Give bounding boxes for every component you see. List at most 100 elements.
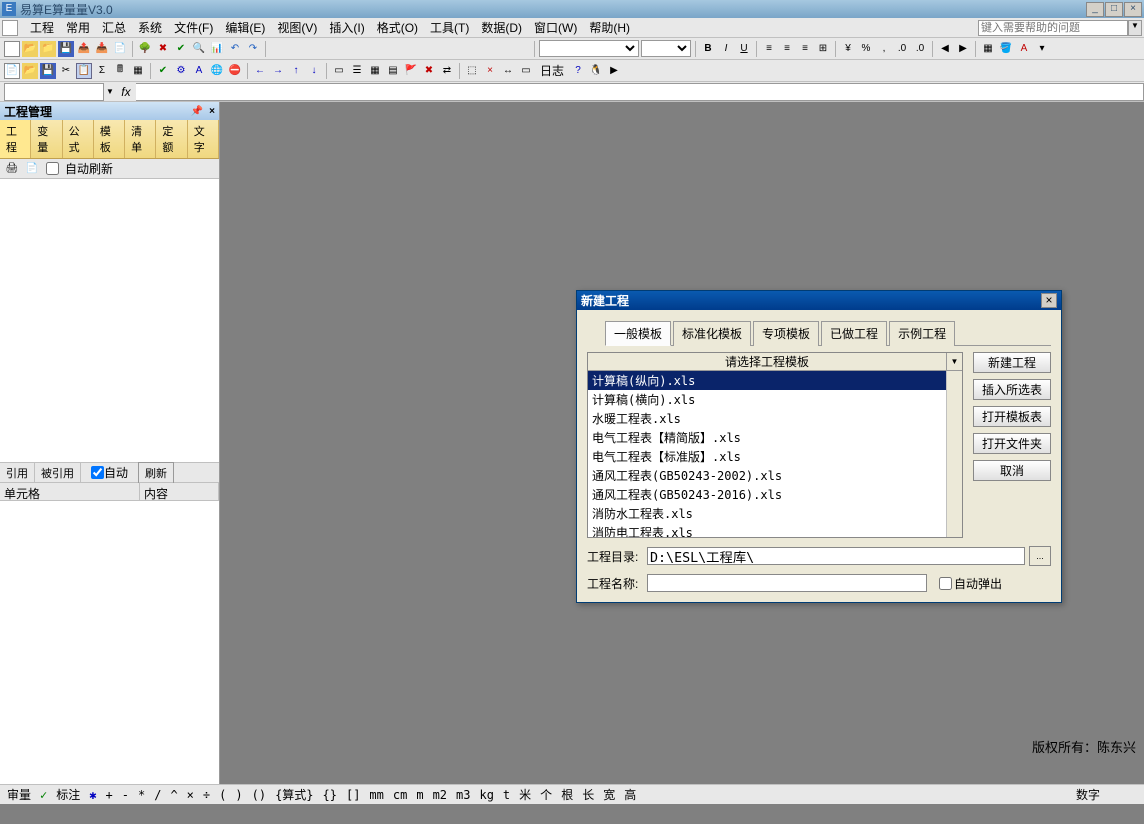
browse-button[interactable]: ... xyxy=(1029,546,1051,566)
template-item[interactable]: 通风工程表(GB50243-2002).xls xyxy=(588,466,946,485)
auto-popup-checkbox[interactable] xyxy=(939,577,952,590)
sb-width[interactable]: 宽 xyxy=(600,786,618,803)
pin-icon[interactable]: 📌 xyxy=(191,106,203,117)
sb-piece[interactable]: 个 xyxy=(537,786,555,803)
menu-summary[interactable]: 汇总 xyxy=(96,17,132,38)
new2-icon[interactable]: 📄 xyxy=(4,63,20,79)
sb-cm[interactable]: cm xyxy=(390,788,410,802)
new-icon[interactable] xyxy=(4,41,20,57)
menu-tools[interactable]: 工具(T) xyxy=(424,17,475,38)
border-icon[interactable]: ▦ xyxy=(980,41,996,57)
menu-window[interactable]: 窗口(W) xyxy=(528,17,583,38)
menu-common[interactable]: 常用 xyxy=(60,17,96,38)
open-icon[interactable]: 📂 xyxy=(22,41,38,57)
menu-data[interactable]: 数据(D) xyxy=(475,17,528,38)
dir-input[interactable] xyxy=(647,547,1025,565)
ref3-icon[interactable]: ▭ xyxy=(518,63,534,79)
menu-project[interactable]: 工程 xyxy=(24,17,60,38)
tab-reference[interactable]: 引用 xyxy=(0,463,35,483)
sb-div[interactable]: ÷ xyxy=(200,788,213,802)
grid-icon[interactable]: ▦ xyxy=(367,63,383,79)
qq-icon[interactable]: 🐧 xyxy=(588,63,604,79)
sb-rparen[interactable]: ) xyxy=(232,788,245,802)
currency-icon[interactable]: ¥ xyxy=(840,41,856,57)
comma-icon[interactable]: , xyxy=(876,41,892,57)
arrow-right-icon[interactable]: → xyxy=(270,63,286,79)
app-menu-icon[interactable] xyxy=(2,20,18,36)
stop-icon[interactable]: ⛔ xyxy=(227,63,243,79)
sb-divide[interactable]: / xyxy=(151,788,164,802)
tree-icon[interactable]: 🌳 xyxy=(137,41,153,57)
help-icon[interactable]: ? xyxy=(570,63,586,79)
underline-button[interactable]: U xyxy=(736,41,752,57)
template-item[interactable]: 通风工程表(GB50243-2016).xls xyxy=(588,485,946,504)
open2-icon[interactable]: 📁 xyxy=(40,41,56,57)
sb-t[interactable]: t xyxy=(500,788,513,802)
dialog-titlebar[interactable]: 新建工程 × xyxy=(577,291,1061,310)
align-left-icon[interactable]: ≡ xyxy=(761,41,777,57)
sb-check-icon[interactable]: ✓ xyxy=(37,788,50,802)
more-icon[interactable]: ▾ xyxy=(1034,41,1050,57)
template-sort-icon[interactable]: ▼ xyxy=(946,353,962,370)
percent-icon[interactable]: % xyxy=(858,41,874,57)
ref-x-icon[interactable]: × xyxy=(482,63,498,79)
merge-icon[interactable]: ⊞ xyxy=(815,41,831,57)
menu-help[interactable]: 帮助(H) xyxy=(583,17,636,38)
sb-plus[interactable]: + xyxy=(103,788,116,802)
sb-height[interactable]: 高 xyxy=(621,786,639,803)
table-icon[interactable]: ▦ xyxy=(130,63,146,79)
tab-special-template[interactable]: 专项模板 xyxy=(753,321,819,346)
delete-icon[interactable]: ✖ xyxy=(155,41,171,57)
auto-checkbox[interactable] xyxy=(91,466,104,479)
window-icon[interactable]: ▭ xyxy=(331,63,347,79)
sidebar-tab-quota[interactable]: 定额 xyxy=(156,120,187,158)
help-search-input[interactable] xyxy=(978,20,1128,36)
cut-icon[interactable]: ✂ xyxy=(58,63,74,79)
increase-decimal-icon[interactable]: .0 xyxy=(894,41,910,57)
cell-ref-dropdown[interactable]: ▼ xyxy=(104,87,116,96)
calc-icon[interactable]: 🖩 xyxy=(112,63,128,79)
flag-icon[interactable]: 🚩 xyxy=(403,63,419,79)
font-family-dropdown[interactable] xyxy=(539,40,639,57)
doc2-icon[interactable]: 📄 xyxy=(24,161,40,177)
check2-icon[interactable]: ✔ xyxy=(155,63,171,79)
align-right-icon[interactable]: ≡ xyxy=(797,41,813,57)
tab-example-project[interactable]: 示例工程 xyxy=(889,321,955,346)
check-icon[interactable]: ✔ xyxy=(173,41,189,57)
tab-standard-template[interactable]: 标准化模板 xyxy=(673,321,751,346)
globe-icon[interactable]: 🌐 xyxy=(209,63,225,79)
dialog-close-button[interactable]: × xyxy=(1041,293,1057,308)
tab-referenced[interactable]: 被引用 xyxy=(35,463,81,483)
arrow-left-icon[interactable]: ← xyxy=(252,63,268,79)
list-icon[interactable]: ☰ xyxy=(349,63,365,79)
sidebar-tree[interactable] xyxy=(0,179,219,463)
sb-root[interactable]: 根 xyxy=(558,786,576,803)
font-color-icon[interactable]: A xyxy=(1016,41,1032,57)
sb-braces[interactable]: {} xyxy=(320,788,340,802)
ref2-icon[interactable]: ↔ xyxy=(500,63,516,79)
tab-done-project[interactable]: 已做工程 xyxy=(821,321,887,346)
template-item[interactable]: 水暖工程表.xls xyxy=(588,409,946,428)
sidebar-tab-project[interactable]: 工程 xyxy=(0,120,31,158)
sb-lparen[interactable]: ( xyxy=(216,788,229,802)
chart-icon[interactable]: 📊 xyxy=(209,41,225,57)
sb-power[interactable]: ^ xyxy=(167,788,180,802)
sb-multiply[interactable]: * xyxy=(135,788,148,802)
template-item[interactable]: 消防水工程表.xls xyxy=(588,504,946,523)
sidebar-tab-variable[interactable]: 变量 xyxy=(31,120,62,158)
sb-gear-icon[interactable]: ✱ xyxy=(86,788,99,802)
menu-edit[interactable]: 编辑(E) xyxy=(219,17,271,38)
bold-button[interactable]: B xyxy=(700,41,716,57)
copy-icon[interactable]: 📋 xyxy=(76,63,92,79)
sidebar-tab-list[interactable]: 清单 xyxy=(125,120,156,158)
template-item[interactable]: 电气工程表【标准版】.xls xyxy=(588,447,946,466)
sb-times[interactable]: × xyxy=(184,788,197,802)
minimize-button[interactable]: _ xyxy=(1086,2,1104,17)
open-template-button[interactable]: 打开模板表 xyxy=(973,406,1051,427)
sb-meter[interactable]: 米 xyxy=(516,786,534,803)
open-folder-button[interactable]: 打开文件夹 xyxy=(973,433,1051,454)
menu-view[interactable]: 视图(V) xyxy=(271,17,323,38)
sb-brackets[interactable]: [] xyxy=(343,788,363,802)
sb-parens[interactable]: () xyxy=(249,788,269,802)
import-icon[interactable]: 📥 xyxy=(94,41,110,57)
